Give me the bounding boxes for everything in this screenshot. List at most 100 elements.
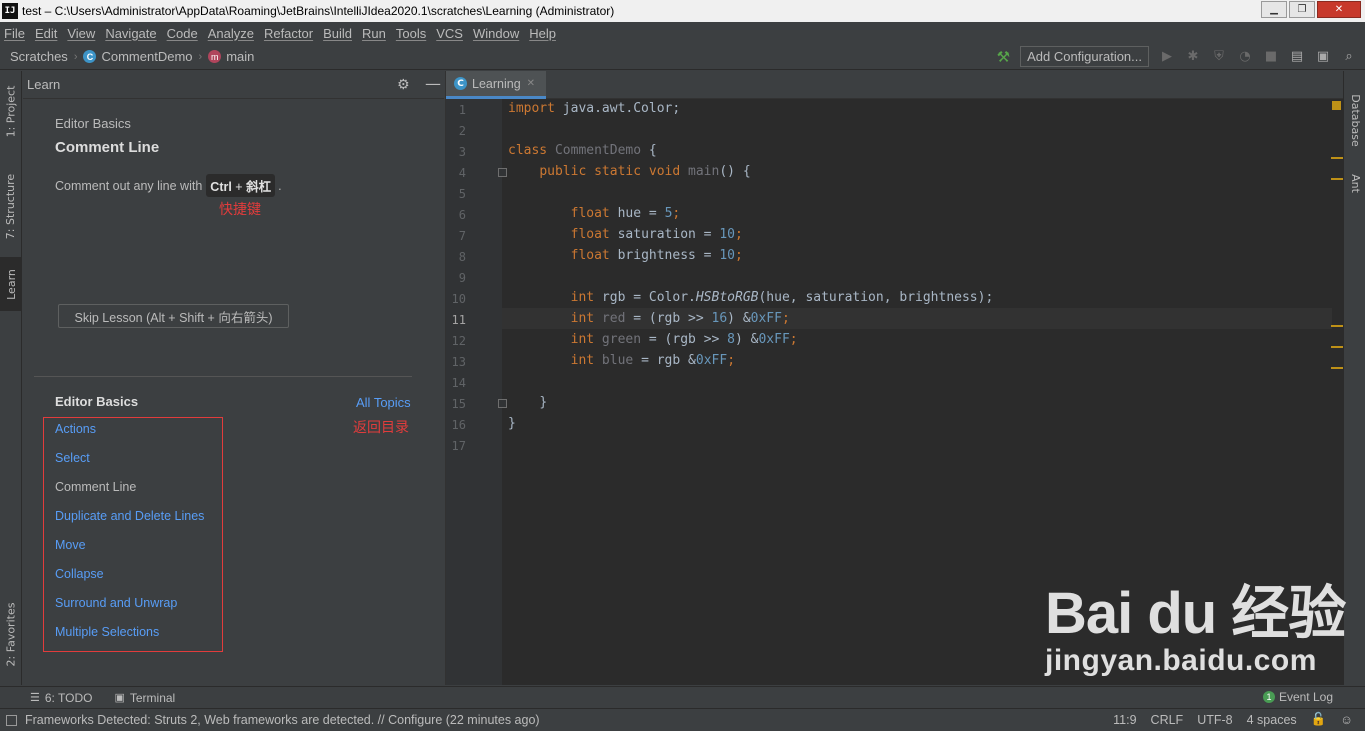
hide-panel-icon[interactable]: —: [425, 74, 441, 93]
code-line-3[interactable]: class CommentDemo {: [508, 143, 657, 158]
lesson-link-actions[interactable]: Actions: [55, 422, 96, 436]
menu-refactor[interactable]: Refactor: [264, 26, 313, 41]
error-stripe-marker[interactable]: [1331, 157, 1343, 159]
back-to-toc-annotation: 返回目录: [353, 420, 409, 436]
breadcrumb-method[interactable]: main: [226, 49, 254, 64]
build-hammer-icon[interactable]: ⚒: [997, 48, 1010, 66]
tab-todo-label: 6: TODO: [44, 690, 93, 705]
code-line-7[interactable]: float saturation = 10;: [508, 227, 743, 242]
watermark-logo: Bai du 经验: [1045, 581, 1346, 646]
breadcrumb: Scratches › C CommentDemo › m main: [10, 49, 254, 64]
inspection-warning-icon[interactable]: [1332, 101, 1341, 110]
divider: [34, 376, 412, 377]
editor-tab-bar: C Learning ✕: [446, 71, 1343, 99]
code-line-16[interactable]: }: [508, 416, 516, 431]
code-line-6[interactable]: float hue = 5;: [508, 206, 681, 221]
file-encoding[interactable]: UTF-8: [1197, 713, 1232, 727]
menu-vcs[interactable]: VCS: [436, 26, 463, 41]
close-tab-icon[interactable]: ✕: [527, 78, 535, 89]
editor-tab-label: Learning: [472, 76, 521, 91]
profile-icon[interactable]: ◔: [1237, 49, 1253, 64]
shortcut-key-slash: 斜杠: [246, 180, 272, 194]
tab-terminal[interactable]: ▣ Terminal: [114, 691, 175, 705]
menu-file[interactable]: File: [4, 26, 25, 41]
search-icon[interactable]: ⌕: [1341, 49, 1357, 64]
menu-edit[interactable]: Edit: [35, 26, 57, 41]
lesson-link-move[interactable]: Move: [55, 538, 86, 552]
tab-ant[interactable]: Ant: [1344, 163, 1365, 203]
error-stripe-marker[interactable]: [1331, 178, 1343, 180]
layout-icon[interactable]: ▣: [1315, 49, 1331, 64]
lock-icon[interactable]: 🔓: [1311, 712, 1327, 727]
fold-marker-icon[interactable]: [498, 399, 507, 408]
gear-icon[interactable]: ⚙: [397, 77, 410, 93]
menu-tools[interactable]: Tools: [396, 26, 426, 41]
code-line-8[interactable]: float brightness = 10;: [508, 248, 743, 263]
lesson-link-select[interactable]: Select: [55, 451, 90, 465]
tab-structure[interactable]: 7: Structure: [0, 163, 22, 249]
line-number: 16: [451, 418, 466, 432]
code-line-15[interactable]: }: [508, 395, 547, 410]
error-stripe-marker[interactable]: [1331, 325, 1343, 327]
tab-project[interactable]: 1: Project: [0, 75, 22, 147]
code-line-4[interactable]: public static void main() {: [508, 164, 750, 179]
maximize-icon[interactable]: ❐: [1289, 1, 1315, 18]
editor-tab-learning[interactable]: C Learning ✕: [446, 71, 546, 99]
menu-window[interactable]: Window: [473, 26, 519, 41]
line-number: 15: [451, 397, 466, 411]
coverage-icon[interactable]: ⛨: [1211, 49, 1227, 64]
indent-setting[interactable]: 4 spaces: [1247, 713, 1297, 727]
inspector-icon[interactable]: ☺: [1340, 713, 1353, 727]
menu-help[interactable]: Help: [529, 26, 556, 41]
event-log-tab[interactable]: 1 Event Log: [1262, 690, 1333, 704]
debug-icon[interactable]: ✱: [1185, 49, 1201, 64]
learn-panel-header: Learn ⚙ —: [23, 71, 444, 99]
lesson-link-comment-line[interactable]: Comment Line: [55, 480, 136, 494]
breadcrumb-class[interactable]: CommentDemo: [101, 49, 192, 64]
skip-lesson-button[interactable]: Skip Lesson (Alt + Shift + 向右箭头): [58, 304, 289, 328]
shortcut-plus: +: [231, 180, 247, 194]
project-structure-icon[interactable]: ▤: [1289, 49, 1305, 64]
tab-todo[interactable]: ☰ 6: TODO: [30, 691, 92, 705]
minimize-icon[interactable]: ▁: [1261, 1, 1287, 18]
menu-build[interactable]: Build: [323, 26, 352, 41]
fold-marker-icon[interactable]: [498, 168, 507, 177]
line-number: 10: [451, 292, 466, 306]
chevron-right-icon: ›: [73, 50, 78, 63]
line-separator[interactable]: CRLF: [1151, 713, 1184, 727]
menu-navigate[interactable]: Navigate: [105, 26, 156, 41]
line-number: 17: [451, 439, 466, 453]
window-title: test – C:\Users\Administrator\AppData\Ro…: [22, 4, 615, 18]
code-line-11[interactable]: int red = (rgb >> 16) &0xFF;: [508, 311, 790, 326]
lesson-link-collapse[interactable]: Collapse: [55, 567, 104, 581]
code-line-12[interactable]: int green = (rgb >> 8) &0xFF;: [508, 332, 798, 347]
menu-run[interactable]: Run: [362, 26, 386, 41]
learn-panel: Learn ⚙ — Editor Basics Comment Line Com…: [23, 71, 444, 685]
menu-code[interactable]: Code: [167, 26, 198, 41]
error-stripe-marker[interactable]: [1331, 346, 1343, 348]
tab-database[interactable]: Database: [1344, 85, 1365, 155]
toggle-tool-windows-icon[interactable]: [6, 714, 17, 726]
breadcrumb-scratches[interactable]: Scratches: [10, 49, 68, 64]
all-topics-link[interactable]: All Topics: [356, 395, 411, 410]
tab-learn[interactable]: Learn: [0, 257, 22, 311]
menu-view[interactable]: View: [67, 26, 95, 41]
line-number-gutter: 1 2 3 4 5 6 7 8 9 10 11 12 13 14 15 16 1…: [446, 99, 507, 685]
menu-analyze[interactable]: Analyze: [208, 26, 254, 41]
close-icon[interactable]: ✕: [1317, 1, 1361, 18]
lesson-link-surround-unwrap[interactable]: Surround and Unwrap: [55, 596, 177, 610]
list-icon: ☰: [30, 692, 40, 704]
lesson-link-multiple-selections[interactable]: Multiple Selections: [55, 625, 159, 639]
add-configuration-button[interactable]: Add Configuration...: [1020, 46, 1149, 67]
tab-favorites[interactable]: 2: Favorites: [0, 591, 22, 677]
code-line-13[interactable]: int blue = rgb &0xFF;: [508, 353, 735, 368]
lesson-link-duplicate-delete[interactable]: Duplicate and Delete Lines: [55, 509, 204, 523]
run-icon[interactable]: ▶: [1159, 49, 1175, 64]
stop-icon[interactable]: ■: [1263, 49, 1279, 64]
code-line-10[interactable]: int rgb = Color.HSBtoRGB(hue, saturation…: [508, 290, 994, 305]
caret-position[interactable]: 11:9: [1113, 713, 1136, 727]
tab-terminal-label: Terminal: [129, 690, 176, 705]
status-message[interactable]: Frameworks Detected: Struts 2, Web frame…: [25, 713, 540, 727]
error-stripe-marker[interactable]: [1331, 367, 1343, 369]
code-line-1[interactable]: import java.awt.Color;: [508, 101, 680, 116]
